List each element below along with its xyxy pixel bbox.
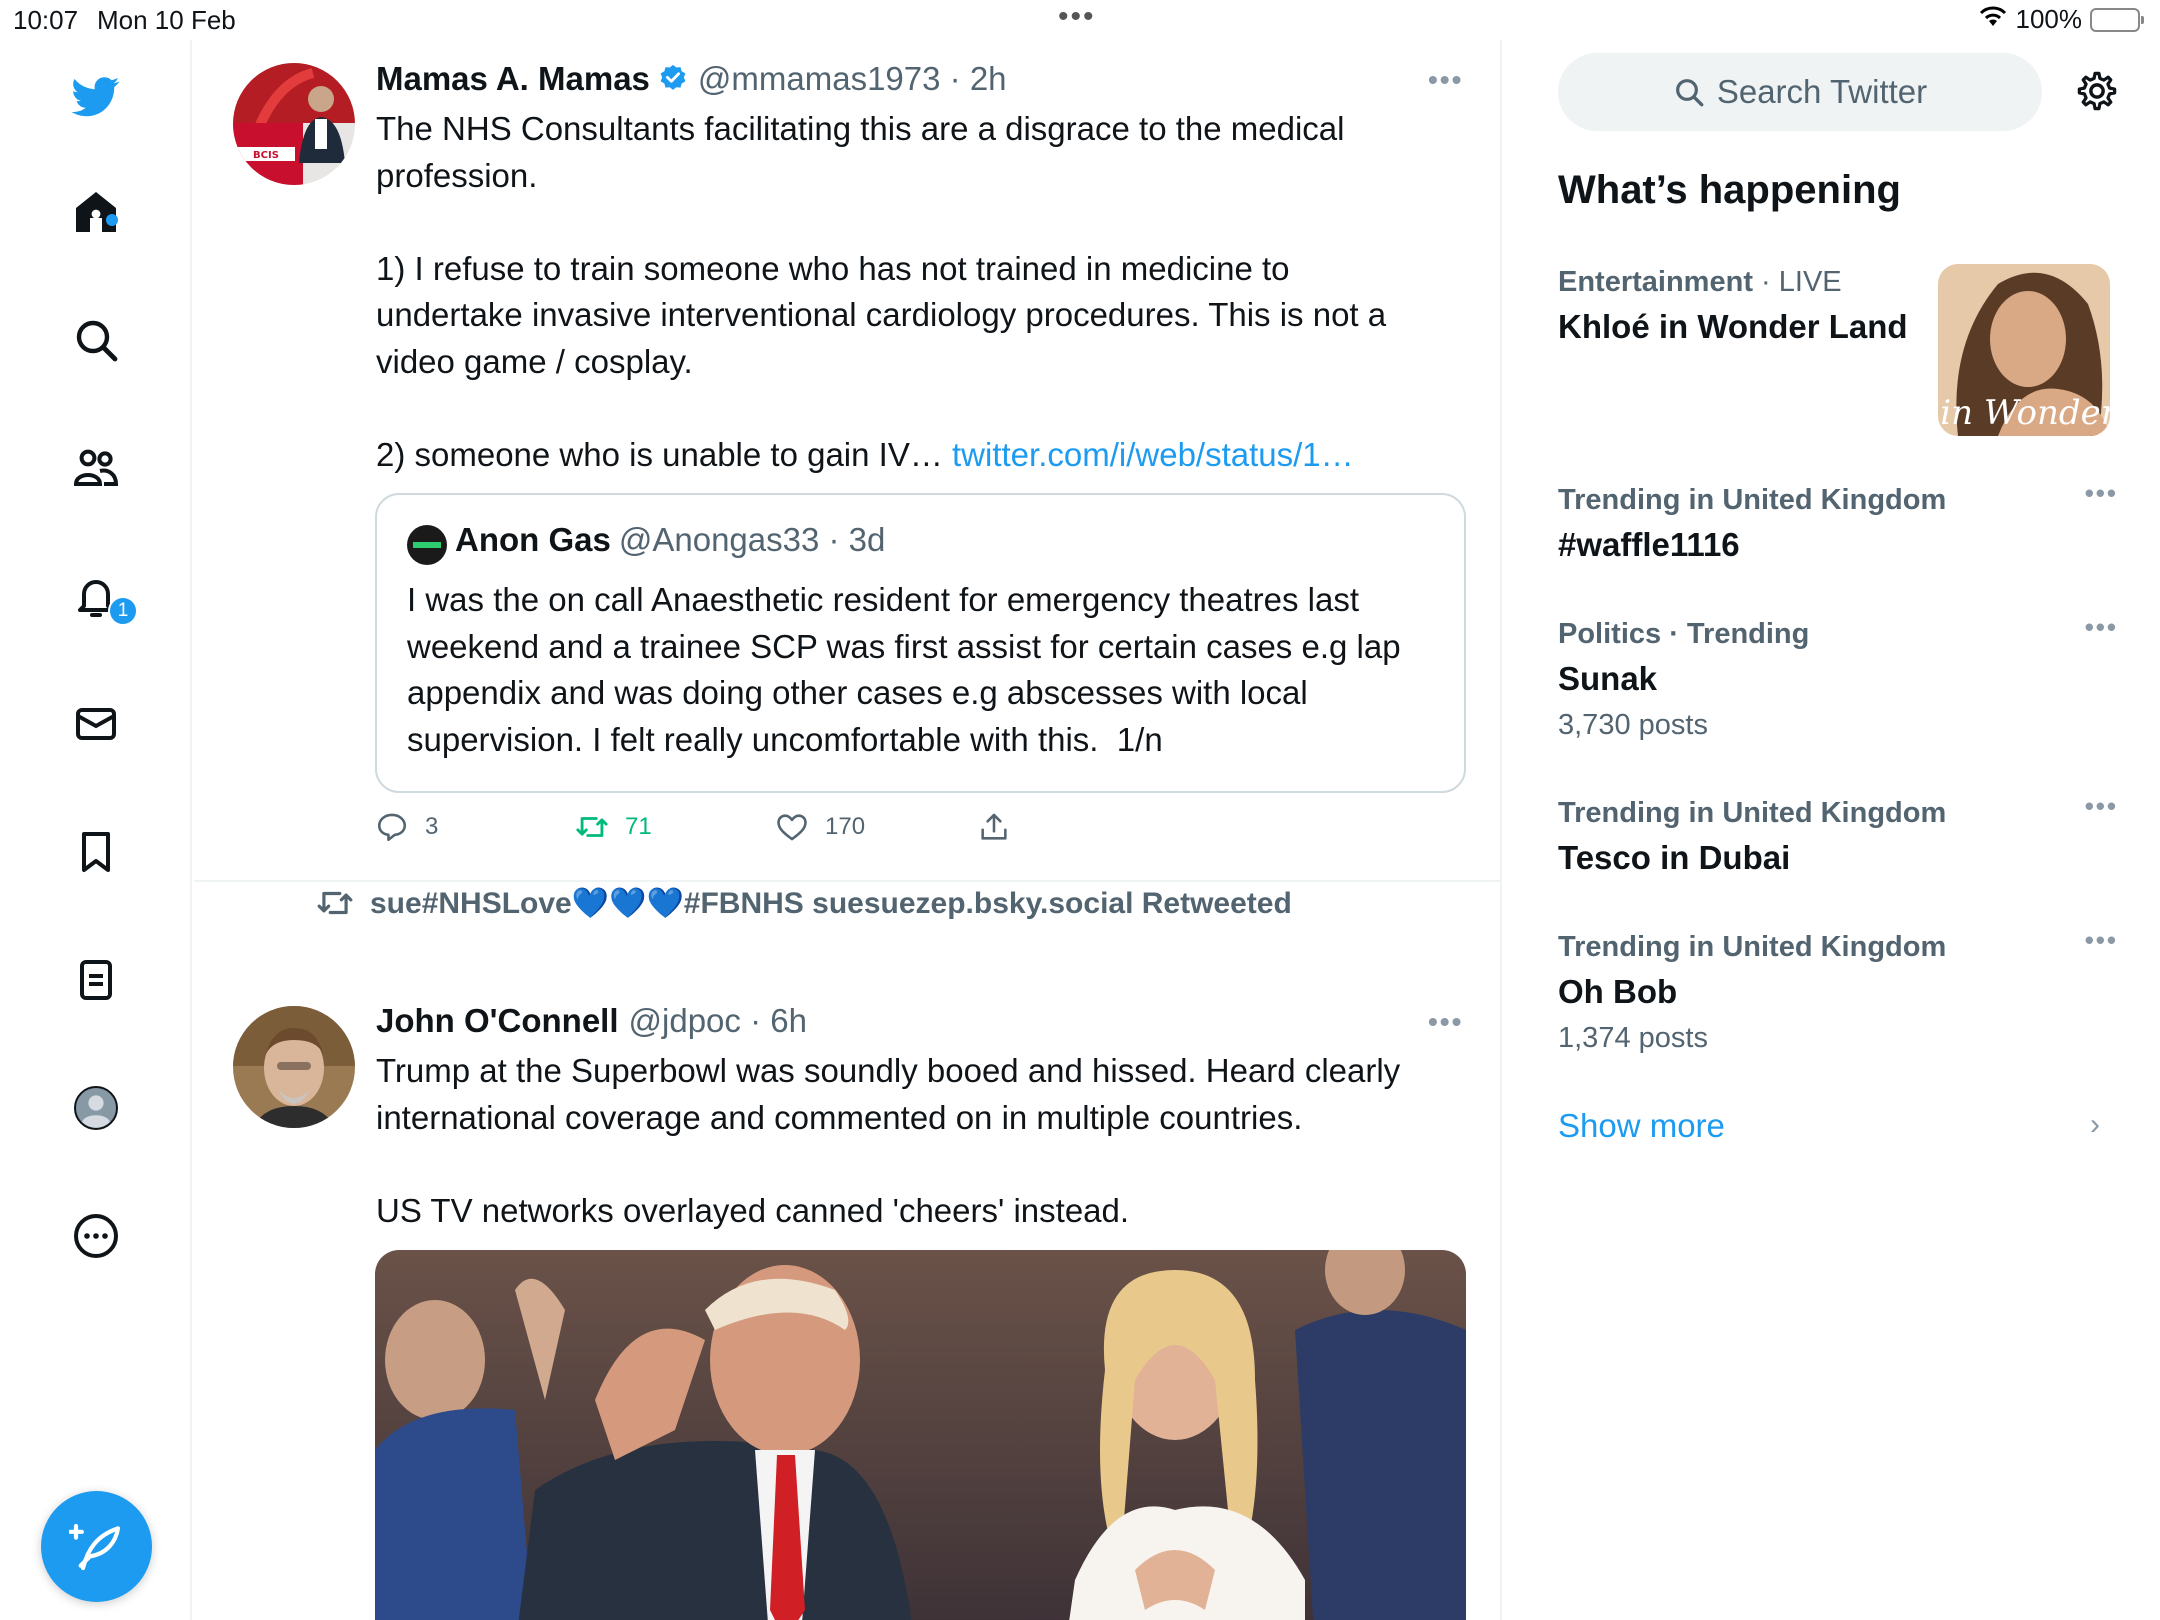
- battery-percent: 100%: [2015, 4, 2083, 34]
- retweet-icon: [317, 891, 353, 915]
- status-time: 10:07: [13, 5, 79, 35]
- heart-icon: [777, 814, 807, 841]
- compose-tweet-button[interactable]: [41, 1491, 152, 1602]
- battery-icon: [2090, 7, 2144, 32]
- trend-title: Sunak: [1558, 660, 1658, 697]
- trend-more-icon[interactable]: •••: [2085, 925, 2118, 956]
- right-sidebar: Search Twitter What’s happening Entertai…: [1504, 40, 2160, 1620]
- settings-gear-icon[interactable]: [2074, 68, 2120, 114]
- retweet-icon: [576, 817, 608, 837]
- messages-envelope-icon[interactable]: [64, 692, 128, 756]
- search-placeholder: Search Twitter: [1716, 73, 1928, 110]
- quote-author-handle: @Anongas33 · 3d: [618, 521, 886, 558]
- thumbnail-text: é in Wonder l: [1938, 393, 2110, 433]
- more-options-icon[interactable]: [64, 1204, 128, 1268]
- reply-icon: [377, 813, 407, 842]
- avatar[interactable]: [233, 1006, 355, 1128]
- tweet-more-icon[interactable]: •••: [1428, 1006, 1463, 1038]
- chevron-right-icon: ›: [2090, 1108, 2100, 1141]
- trend-more-icon[interactable]: •••: [2085, 478, 2118, 509]
- tweet-body: The NHS Consultants facilitating this ar…: [376, 106, 1476, 478]
- quote-author-name: Anon Gas: [455, 521, 611, 558]
- tweet-text: The NHS Consultants facilitating this ar…: [376, 110, 1387, 473]
- author-handle[interactable]: @mmamas1973 · 2h: [698, 60, 1007, 98]
- quote-avatar[interactable]: [407, 525, 447, 565]
- trend-category: Entertainment: [1558, 266, 1753, 298]
- quote-text: I was the on call Anaesthetic resident f…: [407, 581, 1401, 758]
- trend-item[interactable]: Politics · Trending Sunak 3,730 posts ••…: [1558, 612, 2118, 748]
- multitask-dots[interactable]: •••: [1058, 0, 1096, 34]
- trend-item[interactable]: Trending in United Kingdom Oh Bob 1,374 …: [1558, 925, 2118, 1061]
- trend-category: Trending in United Kingdom: [1558, 797, 1947, 829]
- retweet-count: 71: [625, 813, 652, 840]
- like-button[interactable]: 170: [775, 810, 865, 844]
- author-name[interactable]: John O'Connell: [376, 1002, 619, 1040]
- trend-more-icon[interactable]: •••: [2085, 612, 2118, 643]
- home-unread-dot: [106, 214, 118, 226]
- tweet-more-icon[interactable]: •••: [1428, 64, 1463, 96]
- trend-category: Trending in United Kingdom: [1558, 484, 1947, 516]
- status-date: Mon 10 Feb: [97, 5, 236, 35]
- verified-badge-icon: [658, 63, 690, 95]
- tweet-media-image[interactable]: [375, 1250, 1466, 1620]
- trend-category: Politics · Trending: [1558, 618, 1810, 650]
- search-icon[interactable]: [64, 308, 128, 372]
- lists-icon[interactable]: [64, 948, 128, 1012]
- trend-title: Tesco in Dubai: [1558, 839, 1791, 876]
- tweet-actions: 3 71 170: [375, 810, 1075, 860]
- twitter-logo-icon[interactable]: [64, 64, 128, 128]
- profile-avatar-icon[interactable]: [64, 1076, 128, 1140]
- retweeted-by-text: sue#NHSLove💙💙💙#FBNHS suesuezep.bsky.soci…: [370, 886, 1292, 920]
- trend-item[interactable]: Trending in United Kingdom Tesco in Duba…: [1558, 791, 2118, 881]
- timeline-feed[interactable]: BCIS Mamas A. Mamas @mmamas1973 · 2h •••…: [194, 40, 1502, 1620]
- trend-title: #waffle1116: [1558, 526, 1740, 563]
- search-icon: [1675, 79, 1704, 107]
- trend-title: Oh Bob: [1558, 973, 1678, 1010]
- status-bar: 10:07 Mon 10 Feb ••• 100%: [0, 0, 2160, 40]
- like-count: 170: [825, 813, 866, 840]
- trend-post-count: 3,730 posts: [1558, 709, 1708, 741]
- author-name[interactable]: Mamas A. Mamas: [376, 60, 650, 98]
- bookmarks-icon[interactable]: [64, 820, 128, 884]
- avatar[interactable]: BCIS: [233, 63, 355, 185]
- trend-thumbnail-image[interactable]: é in Wonder l: [1938, 264, 2110, 436]
- trend-item[interactable]: Trending in United Kingdom #waffle1116 •…: [1558, 478, 2118, 568]
- status-right: 100%: [1978, 4, 2144, 35]
- communities-icon[interactable]: [64, 436, 128, 500]
- wifi-icon: [1978, 4, 2008, 35]
- whats-happening-heading: What’s happening: [1558, 168, 1901, 212]
- home-icon[interactable]: [64, 180, 128, 244]
- trend-more-icon[interactable]: •••: [2085, 791, 2118, 822]
- trend-post-count: 1,374 posts: [1558, 1022, 1708, 1054]
- show-more-link[interactable]: Show more: [1558, 1107, 1725, 1145]
- notifications-badge: 1: [108, 596, 138, 626]
- share-button[interactable]: [977, 810, 1011, 844]
- quoted-tweet[interactable]: Anon Gas @Anongas33 · 3d I was the on ca…: [375, 493, 1466, 793]
- share-icon: [981, 813, 1007, 840]
- retweet-button[interactable]: 71: [575, 810, 652, 844]
- retweeted-by-header[interactable]: sue#NHSLove💙💙💙#FBNHS suesuezep.bsky.soci…: [316, 884, 1292, 922]
- search-input[interactable]: Search Twitter: [1558, 53, 2042, 131]
- bcis-logo-text: BCIS: [253, 150, 279, 161]
- tweet-text: Trump at the Superbowl was soundly booed…: [376, 1052, 1401, 1229]
- tweet-link[interactable]: twitter.com/i/web/status/1…: [952, 436, 1354, 473]
- author-handle[interactable]: @jdpoc · 6h: [629, 1002, 807, 1040]
- trend-live-label: · LIVE: [1752, 266, 1842, 298]
- trend-category: Trending in United Kingdom: [1558, 931, 1947, 963]
- tweet[interactable]: sue#NHSLove💙💙💙#FBNHS suesuezep.bsky.soci…: [194, 884, 1500, 1620]
- feather-plus-icon: [68, 1523, 120, 1570]
- tweet[interactable]: BCIS Mamas A. Mamas @mmamas1973 · 2h •••…: [194, 40, 1500, 882]
- reply-count: 3: [425, 813, 439, 840]
- reply-button[interactable]: 3: [375, 810, 438, 844]
- left-navigation: 1: [0, 40, 192, 1620]
